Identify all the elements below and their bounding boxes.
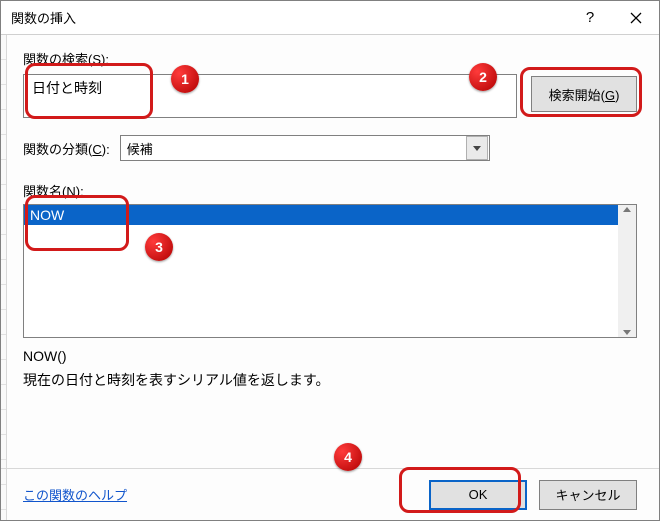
chevron-up-icon[interactable] (623, 207, 631, 212)
function-help-link[interactable]: この関数のヘルプ (23, 485, 127, 504)
help-icon[interactable]: ? (567, 1, 613, 35)
chevron-down-icon[interactable] (623, 330, 631, 335)
category-select-value: 候補 (127, 139, 153, 158)
search-label: 関数の検索(S): (23, 49, 637, 68)
dialog-body: 関数の検索(S): 検索開始(G) 関数の分類(C): 候補 関数名(N): (1, 35, 659, 468)
category-label: 関数の分類(C): (23, 139, 110, 158)
function-name-label: 関数名(N): (23, 181, 637, 200)
chevron-down-icon (466, 136, 488, 160)
function-description: 現在の日付と時刻を表すシリアル値を返します。 (23, 370, 637, 390)
close-icon[interactable] (613, 1, 659, 35)
function-list[interactable]: NOW (23, 204, 637, 338)
search-start-button[interactable]: 検索開始(G) (531, 76, 637, 112)
dialog-title: 関数の挿入 (11, 8, 567, 27)
insert-function-dialog: 関数の挿入 ? 関数の検索(S): 検索開始(G) 関数の分類(C): 候補 (0, 0, 660, 521)
ok-button[interactable]: OK (429, 480, 527, 510)
dialog-footer: この関数のヘルプ OK キャンセル (1, 468, 659, 520)
function-signature: NOW() (23, 348, 637, 364)
category-select[interactable]: 候補 (120, 135, 490, 161)
scrollbar[interactable] (618, 205, 636, 337)
list-item[interactable]: NOW (24, 205, 618, 225)
search-input[interactable] (23, 74, 517, 118)
cancel-button[interactable]: キャンセル (539, 480, 637, 510)
titlebar: 関数の挿入 ? (1, 1, 659, 35)
